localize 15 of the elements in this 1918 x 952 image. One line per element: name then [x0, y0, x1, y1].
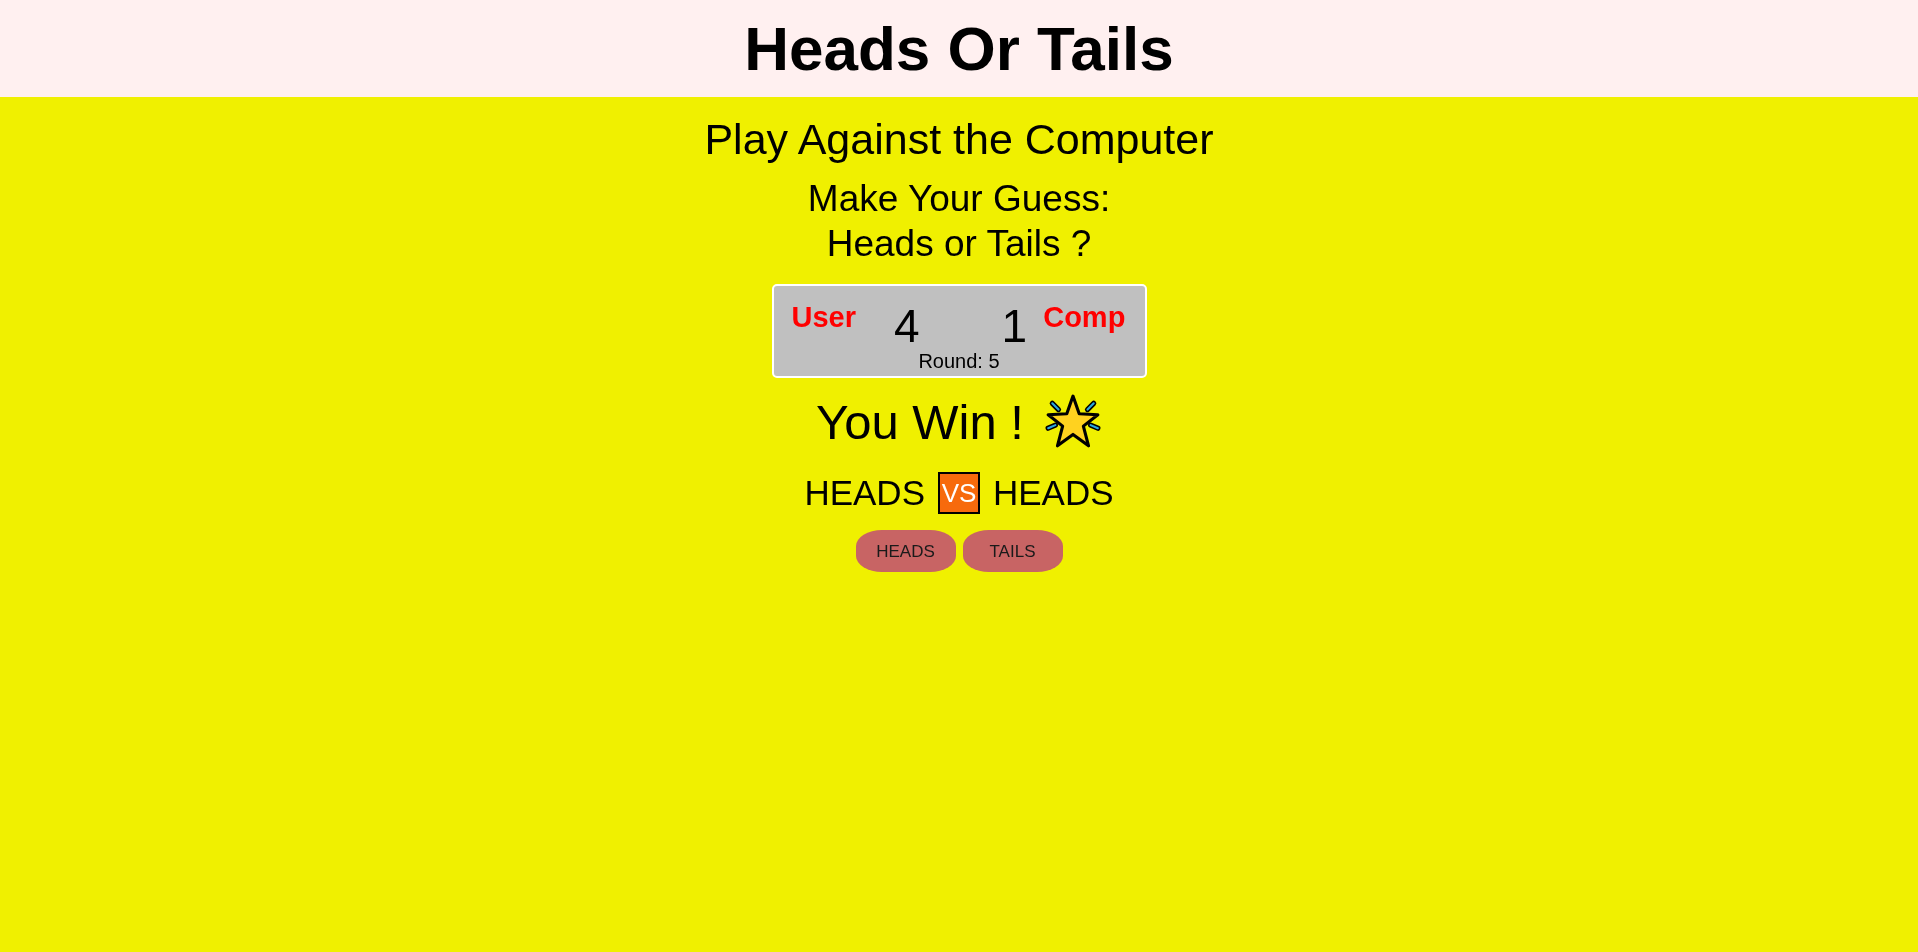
subtitle: Play Against the Computer [704, 115, 1214, 164]
computer-label: Comp [1043, 303, 1126, 332]
guess-prompt: Make Your Guess: [807, 177, 1111, 221]
user-choice: HEADS [804, 472, 925, 514]
computer-choice: HEADS [993, 472, 1114, 514]
guess-prompt: Heads or Tails ? [826, 222, 1092, 266]
computer-score: 1 [1001, 303, 1028, 349]
guess-button[interactable]: TAILS [962, 530, 1063, 572]
page-title: Heads Or Tails [744, 17, 1174, 80]
result-message: You Win ! [816, 394, 1024, 450]
user-label: User [791, 303, 856, 332]
guess-button[interactable]: HEADS [855, 530, 956, 572]
vs-sign: VS [938, 472, 980, 514]
user-score: 4 [894, 303, 920, 349]
round-counter: Round: 5 [918, 351, 1000, 371]
